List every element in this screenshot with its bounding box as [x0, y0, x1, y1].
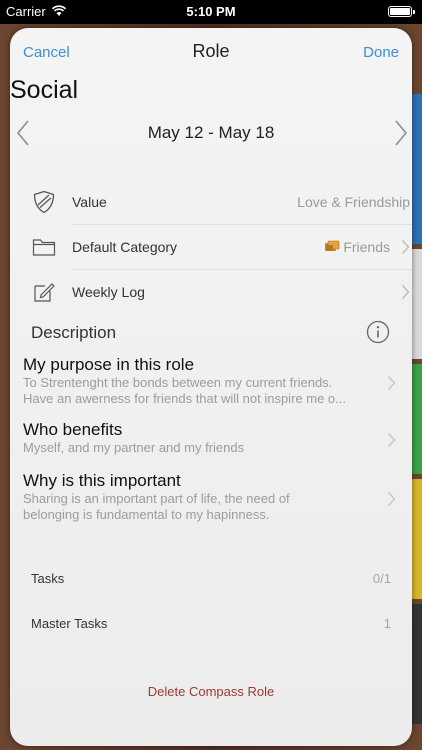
- role-name[interactable]: Social: [10, 76, 78, 105]
- delete-role-button[interactable]: Delete Compass Role: [10, 684, 412, 699]
- default-category-row[interactable]: Default Category Friends: [30, 225, 412, 270]
- info-icon[interactable]: [366, 320, 390, 344]
- week-range: May 12 - May 18: [147, 123, 275, 142]
- master-tasks-label: Master Tasks: [31, 616, 108, 631]
- chevron-right-icon: [401, 284, 410, 300]
- tasks-row[interactable]: Tasks 0/1: [31, 571, 391, 591]
- value-row[interactable]: Value Love & Friendship: [30, 180, 412, 225]
- chevron-right-icon: [387, 432, 396, 448]
- folder-icon: [32, 239, 56, 256]
- status-time: 5:10 PM: [186, 4, 236, 19]
- status-bar: Carrier 5:10 PM: [0, 0, 422, 24]
- role-sheet: Cancel Role Done Social May 12 - May 18 …: [10, 28, 412, 746]
- weekly-log-row[interactable]: Weekly Log: [30, 270, 412, 315]
- chevron-right-icon: [401, 239, 410, 255]
- done-button[interactable]: Done: [363, 44, 399, 61]
- master-tasks-value: 1: [383, 616, 391, 631]
- value-label: Value: [72, 194, 107, 210]
- description-header: Description: [31, 323, 117, 342]
- who-benefits-text: Myself, and my partner and my friends: [23, 440, 245, 455]
- battery-icon: [388, 6, 415, 17]
- value-value: Love & Friendship: [297, 194, 410, 210]
- folder-badge-icon: [325, 240, 340, 251]
- why-important-item[interactable]: Why is this important Sharing is an impo…: [23, 471, 396, 523]
- why-important-title: Why is this important: [23, 471, 181, 490]
- shield-icon: [33, 190, 55, 214]
- tasks-label: Tasks: [31, 571, 65, 586]
- nav-title: Role: [192, 41, 230, 61]
- who-benefits-item[interactable]: Who benefits Myself, and my partner and …: [23, 420, 396, 456]
- purpose-title: My purpose in this role: [23, 355, 195, 374]
- chevron-right-icon[interactable]: [394, 120, 408, 146]
- purpose-item[interactable]: My purpose in this role To Strentenght t…: [23, 355, 396, 407]
- tasks-value: 0/1: [372, 571, 391, 586]
- edit-icon: [34, 283, 55, 302]
- chevron-right-icon: [387, 375, 396, 391]
- chevron-right-icon: [387, 491, 396, 507]
- nav-bar: Cancel Role Done: [10, 28, 412, 74]
- default-category-value: Friends: [343, 239, 390, 255]
- why-important-text: Sharing is an important part of life, th…: [23, 491, 290, 522]
- default-category-label: Default Category: [72, 239, 178, 255]
- master-tasks-row[interactable]: Master Tasks 1: [31, 616, 391, 636]
- week-navigator: May 12 - May 18: [10, 118, 412, 150]
- weekly-log-label: Weekly Log: [72, 284, 145, 300]
- who-benefits-title: Who benefits: [23, 420, 123, 439]
- purpose-text: To Strentenght the bonds between my curr…: [23, 375, 346, 406]
